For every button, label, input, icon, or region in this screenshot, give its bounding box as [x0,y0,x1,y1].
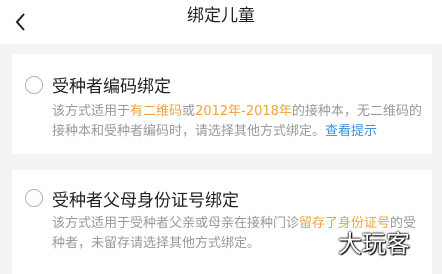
highlight-text: 有二维码 [130,104,183,119]
option-card-student-code[interactable]: 受种者编码绑定 该方式适用于有二维码或2012年-2018年的接种本，无二维码的… [12,54,432,154]
option-title: 受种者父母身份证号绑定 [52,191,239,211]
page-title: 绑定儿童 [187,6,255,26]
watermark-logo: 大玩客 [338,230,410,258]
radio-button[interactable] [25,76,43,94]
top-bar: 绑定儿童 [0,0,442,44]
option-title: 受种者编码绑定 [52,77,171,97]
view-tips-link[interactable]: 查看提示 [325,124,377,139]
option-description: 该方式适用于有二维码或2012年-2018年的接种本，无二维码的接种本和受种者编… [52,104,422,139]
highlight-text: 2012年-2018年 [195,104,292,119]
radio-button[interactable] [25,189,43,207]
